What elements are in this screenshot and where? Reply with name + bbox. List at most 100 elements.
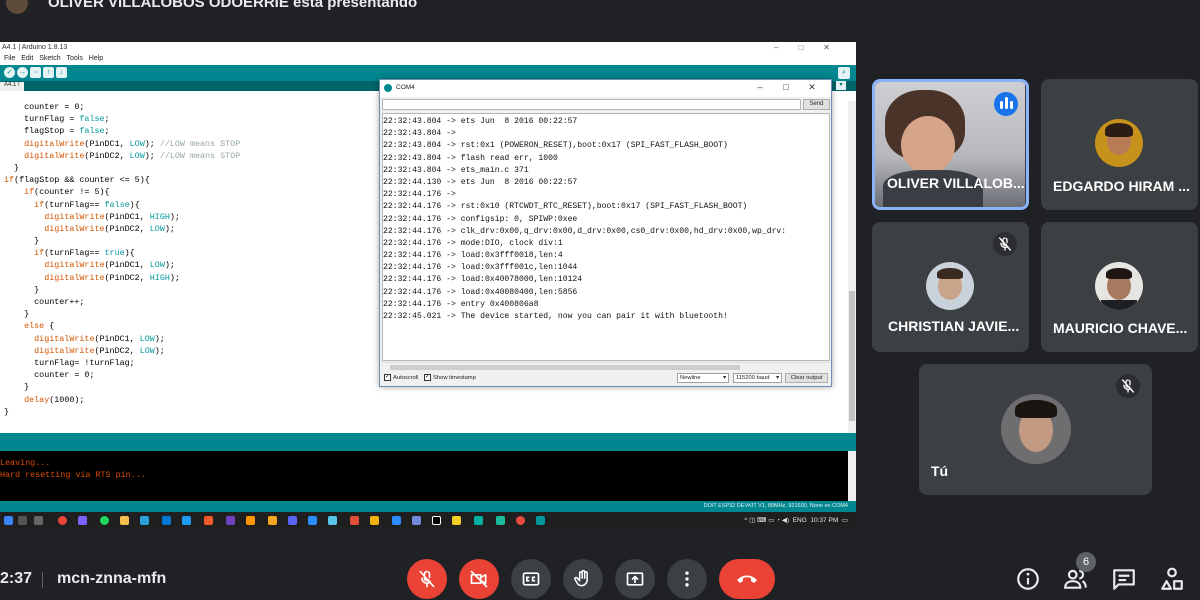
participant-tile-oliver[interactable]: OLIVER VILLALOB...	[872, 79, 1029, 210]
app-icon-12[interactable]	[496, 516, 505, 525]
upload-icon[interactable]: →	[17, 67, 28, 78]
meeting-clock: 2:37	[0, 570, 33, 587]
app-icon-3[interactable]	[246, 516, 255, 525]
app-icon-1[interactable]	[182, 516, 191, 525]
editor-scroll-thumb[interactable]	[849, 291, 855, 421]
serial-send-input[interactable]	[382, 99, 801, 110]
present-button[interactable]	[615, 559, 655, 599]
code-line: delay(1000);	[4, 394, 848, 406]
sketch-tab[interactable]: A4.1 !	[0, 82, 24, 91]
app-icon-7[interactable]	[370, 516, 379, 525]
zoom-icon[interactable]	[308, 516, 317, 525]
code-token: (turnFlag==	[44, 248, 105, 259]
serial-scroll-thumb[interactable]	[390, 365, 740, 370]
new-sketch-icon[interactable]: ▫	[30, 67, 41, 78]
serial-output[interactable]: 22:32:43.804 -> ets Jun 8 2016 00:22:57 2…	[382, 113, 830, 361]
app-icon-2[interactable]	[204, 516, 213, 525]
intellij-icon[interactable]	[432, 516, 441, 525]
presenter-avatar	[6, 0, 28, 14]
minimize-icon[interactable]: –	[747, 82, 773, 92]
line-ending-select[interactable]: Newline ▾	[677, 373, 729, 383]
mic-off-icon	[993, 232, 1017, 256]
code-token: delay	[24, 394, 50, 405]
task-view-icon[interactable]	[34, 516, 43, 525]
leave-call-button[interactable]	[719, 559, 775, 599]
serial-monitor-icon[interactable]: ⌕	[838, 67, 850, 79]
save-sketch-icon[interactable]: ↓	[56, 67, 67, 78]
avatar-hair	[1106, 268, 1132, 279]
code-token: turnFlag =	[4, 114, 80, 125]
tray-language[interactable]: ENG	[793, 517, 807, 524]
spotify-icon[interactable]	[100, 516, 109, 525]
search-icon[interactable]	[18, 516, 27, 525]
arduino-window-controls[interactable]: –□✕	[774, 43, 850, 52]
code-token: //LOW means STOP	[159, 150, 241, 161]
code-token: digitalWrite	[24, 150, 85, 161]
explorer-icon[interactable]	[120, 516, 129, 525]
code-token: digitalWrite	[44, 223, 105, 234]
console-scrollbar[interactable]	[848, 451, 856, 501]
timestamp-checkbox[interactable]: ✓ Show timestamp	[424, 374, 476, 381]
participant-tile-christian[interactable]: CHRISTIAN JAVIE...	[872, 222, 1029, 352]
activities-icon[interactable]	[1159, 566, 1185, 592]
autoscroll-checkbox[interactable]: ✓ Autoscroll	[384, 374, 418, 381]
mic-toggle-button[interactable]	[407, 559, 447, 599]
app-icon-4[interactable]	[268, 516, 277, 525]
raise-hand-button[interactable]	[563, 559, 603, 599]
chat-icon[interactable]	[1111, 566, 1137, 592]
code-token: (PinDC1,	[84, 138, 130, 149]
face-shape	[901, 116, 955, 174]
code-token: }	[4, 309, 30, 320]
send-button[interactable]: Send	[803, 99, 830, 110]
steam-icon[interactable]	[140, 516, 149, 525]
arduino-taskbar-icon[interactable]	[536, 516, 545, 525]
serial-horizontal-scrollbar[interactable]	[382, 362, 830, 371]
tray-clock[interactable]: 10:37 PM	[810, 517, 838, 524]
editor-scrollbar[interactable]	[848, 101, 856, 433]
menu-edit[interactable]: Edit	[21, 55, 33, 62]
start-icon[interactable]	[4, 516, 13, 525]
vscode-icon[interactable]	[162, 516, 171, 525]
code-token: ;	[104, 114, 110, 125]
code-token: );	[154, 333, 165, 344]
menu-file[interactable]: File	[4, 55, 15, 62]
app-icon-8[interactable]	[392, 516, 401, 525]
participant-tile-self[interactable]: Tú	[919, 364, 1152, 495]
discord-icon[interactable]	[288, 516, 297, 525]
meeting-info-icon[interactable]	[1015, 566, 1041, 592]
camera-toggle-button[interactable]	[459, 559, 499, 599]
baud-select[interactable]: 115200 baud ▾	[733, 373, 782, 383]
autoscroll-label: Autoscroll	[393, 374, 419, 381]
menu-sketch[interactable]: Sketch	[39, 55, 60, 62]
app-icon-10[interactable]	[452, 516, 461, 525]
code-token: (counter != 5){	[34, 187, 110, 198]
verify-icon[interactable]: ✓	[4, 67, 15, 78]
tab-menu-icon[interactable]: ▾	[836, 81, 846, 90]
visual-studio-icon[interactable]	[226, 516, 235, 525]
code-token: counter++;	[4, 297, 85, 307]
code-token: LOW	[129, 150, 145, 161]
messenger-icon[interactable]	[78, 516, 87, 525]
participant-avatar	[1095, 262, 1143, 310]
code-token: );	[144, 150, 160, 161]
app-icon-6[interactable]	[350, 516, 359, 525]
code-token: HIGH	[149, 211, 170, 222]
speaking-indicator-icon	[994, 92, 1018, 116]
captions-button[interactable]	[511, 559, 551, 599]
open-sketch-icon[interactable]: ↑	[43, 67, 54, 78]
close-icon[interactable]: ✕	[799, 82, 825, 93]
app-icon-5[interactable]	[328, 516, 337, 525]
more-options-button[interactable]	[667, 559, 707, 599]
app-icon-11[interactable]	[474, 516, 483, 525]
app-icon-13[interactable]	[516, 516, 525, 525]
app-icon-9[interactable]	[412, 516, 421, 525]
menu-tools[interactable]: Tools	[66, 55, 82, 62]
participant-tile-edgardo[interactable]: EDGARDO HIRAM ...	[1041, 79, 1198, 210]
menu-help[interactable]: Help	[89, 55, 103, 62]
clear-output-button[interactable]: Clear output	[785, 373, 828, 383]
code-line: }	[4, 406, 848, 418]
maximize-icon[interactable]: □	[773, 82, 799, 92]
participant-tile-mauricio[interactable]: MAURICIO CHAVE...	[1041, 222, 1198, 352]
chrome-icon[interactable]	[58, 516, 67, 525]
